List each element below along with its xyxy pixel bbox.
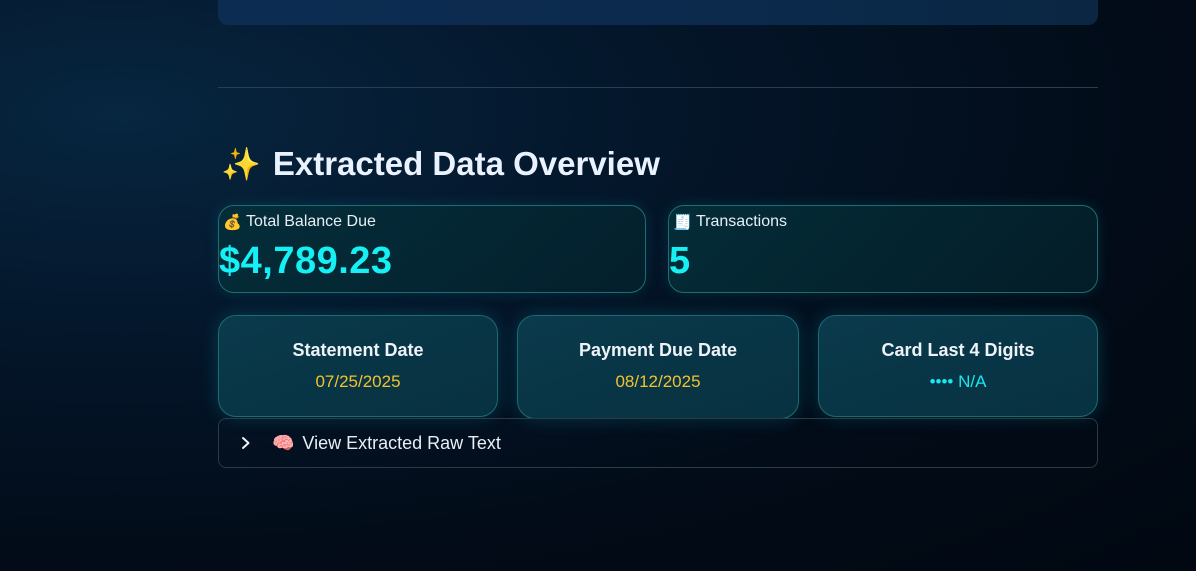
metric-value: 5 xyxy=(669,240,691,282)
card-value: 07/25/2025 xyxy=(315,372,401,391)
raw-text-expander[interactable]: 🧠 View Extracted Raw Text xyxy=(218,418,1098,468)
section-heading: ✨ Extracted Data Overview xyxy=(221,142,660,186)
card-value: 08/12/2025 xyxy=(615,372,701,391)
statement-date-card: Statement Date 07/25/2025 xyxy=(218,315,498,417)
metric-label-row: 💰 Total Balance Due xyxy=(223,213,376,231)
card-last-digits-card: Card Last 4 Digits •••• N/A xyxy=(818,315,1098,417)
card-title: Card Last 4 Digits xyxy=(881,340,1035,360)
sparkles-icon: ✨ xyxy=(221,146,261,182)
card-value: •••• N/A xyxy=(929,372,987,391)
metric-label-row: 🧾 Transactions xyxy=(673,213,787,231)
expander-label: View Extracted Raw Text xyxy=(302,432,501,453)
section-divider xyxy=(218,87,1098,88)
metric-value: $4,789.23 xyxy=(219,240,393,282)
metric-total-balance: 💰 Total Balance Due $4,789.23 xyxy=(218,205,646,293)
section-title: Extracted Data Overview xyxy=(272,145,660,182)
top-info-banner xyxy=(218,0,1098,25)
receipt-icon: 🧾 xyxy=(673,214,692,231)
chevron-right-icon xyxy=(239,436,253,450)
metric-transactions: 🧾 Transactions 5 xyxy=(668,205,1098,293)
metric-label: Total Balance Due xyxy=(246,213,376,230)
metric-label: Transactions xyxy=(696,213,787,230)
money-bag-icon: 💰 xyxy=(223,214,242,231)
payment-due-date-card: Payment Due Date 08/12/2025 xyxy=(517,315,799,419)
card-title: Statement Date xyxy=(292,340,424,360)
card-title: Payment Due Date xyxy=(578,340,738,360)
brain-icon: 🧠 xyxy=(272,432,295,453)
